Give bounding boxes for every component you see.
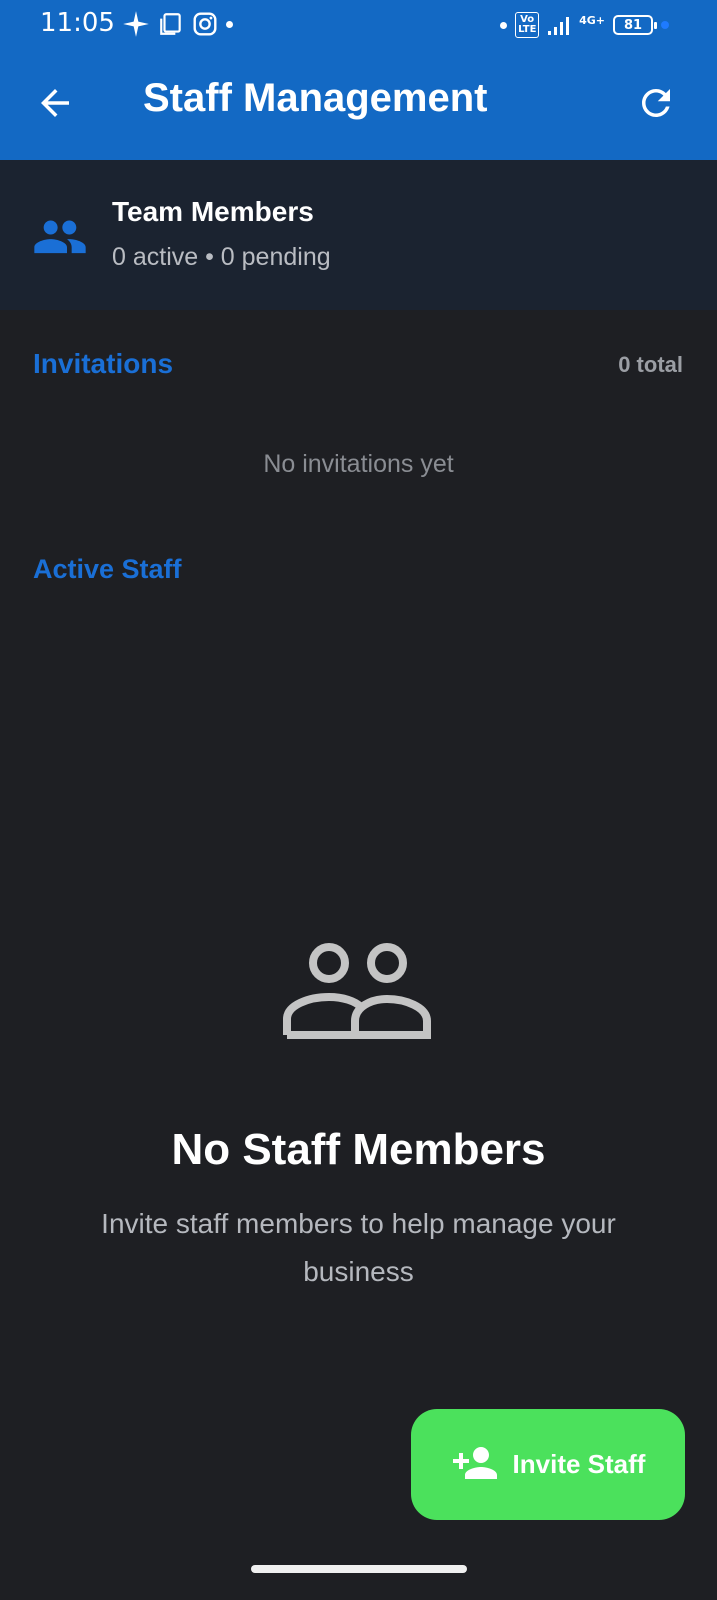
- invitations-empty-text: No invitations yet: [263, 450, 454, 478]
- volte-badge: Vo LTE: [515, 12, 540, 38]
- invitations-count: 0 total: [618, 352, 683, 377]
- network-type: 4G+: [579, 13, 605, 27]
- status-right-icons: Vo LTE 4G+ 81: [500, 12, 669, 38]
- active-staff-title: Active Staff: [33, 554, 182, 584]
- empty-state-title: No Staff Members: [171, 1125, 546, 1174]
- status-bar: 11:05 Vo LTE 4G+ 81: [0, 0, 717, 50]
- empty-state-description: Invite staff members to help manage your…: [101, 1208, 616, 1287]
- invite-staff-label: Invite Staff: [512, 1449, 646, 1479]
- person-add-icon: [452, 1446, 497, 1479]
- page-title: Staff Management: [143, 76, 488, 120]
- copy-icon: [160, 13, 181, 35]
- battery-icon: 81: [613, 15, 657, 35]
- people-outline-icon: [283, 943, 431, 1039]
- team-members-title: Team Members: [112, 196, 314, 227]
- status-dot-icon: [500, 21, 508, 29]
- signal-icon: [548, 17, 570, 35]
- sparkle-icon: [123, 11, 149, 37]
- invite-staff-button[interactable]: Invite Staff: [411, 1409, 685, 1520]
- status-left-icons: [122, 10, 233, 38]
- battery-level: 81: [623, 17, 643, 33]
- status-time: 11:05: [40, 8, 115, 38]
- back-arrow-icon[interactable]: [34, 82, 76, 124]
- notification-dot-icon: [226, 20, 233, 28]
- home-indicator[interactable]: [251, 1565, 467, 1573]
- refresh-icon[interactable]: [635, 82, 677, 124]
- privacy-dot-icon: [661, 21, 669, 29]
- instagram-icon: [193, 12, 217, 36]
- team-summary-card: [0, 160, 717, 310]
- people-icon: [34, 220, 86, 254]
- invitations-title: Invitations: [33, 348, 174, 379]
- team-members-summary: 0 active • 0 pending: [112, 243, 331, 271]
